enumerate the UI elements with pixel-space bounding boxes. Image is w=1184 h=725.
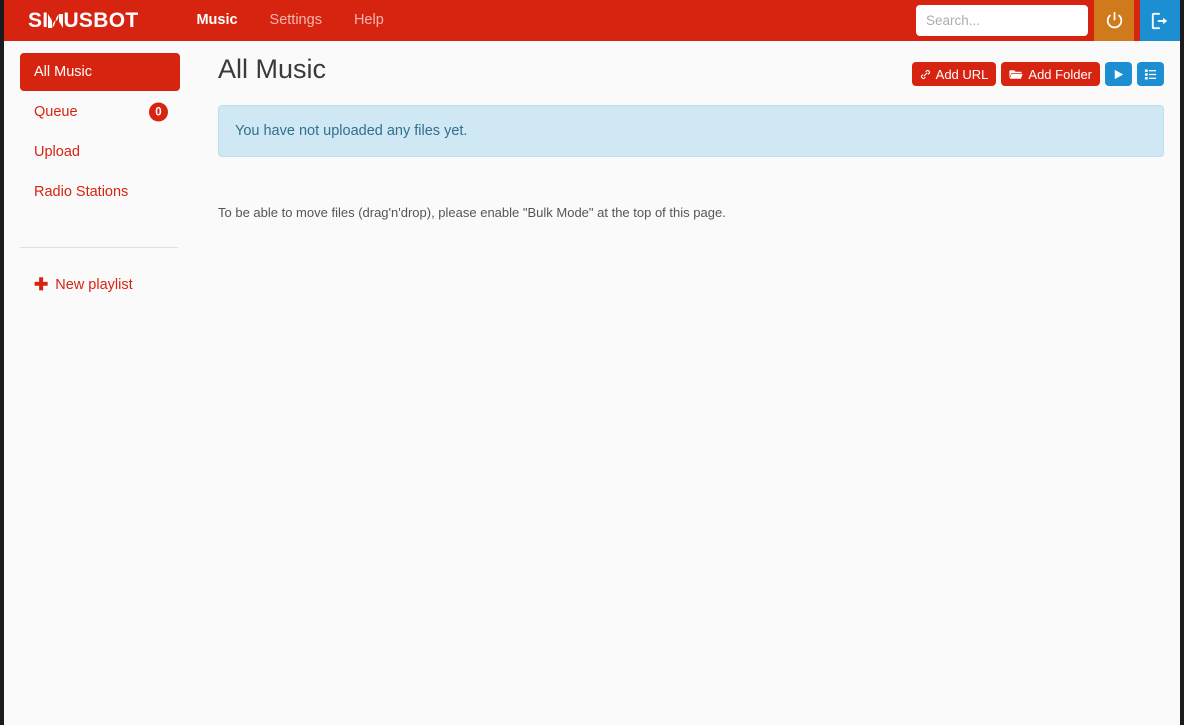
main-nav: Music Settings Help xyxy=(180,0,399,41)
logout-button[interactable] xyxy=(1140,0,1180,41)
sidebar-item-radio-stations[interactable]: Radio Stations xyxy=(20,173,180,211)
nav-item-music[interactable]: Music xyxy=(180,0,253,41)
topbar-controls xyxy=(916,0,1180,41)
sidebar-item-queue[interactable]: Queue 0 xyxy=(20,93,180,131)
info-alert-text: You have not uploaded any files yet. xyxy=(235,122,468,139)
play-button[interactable] xyxy=(1105,62,1132,86)
main-header: All Music Add URL Add Folder xyxy=(218,53,1164,87)
sidebar-item-label: Upload xyxy=(34,144,80,160)
new-playlist-button[interactable]: ✚ New playlist xyxy=(20,274,178,295)
add-url-button[interactable]: Add URL xyxy=(911,62,997,86)
sidebar-item-upload[interactable]: Upload xyxy=(20,133,180,171)
play-icon xyxy=(1112,68,1125,81)
bulk-mode-hint: To be able to move files (drag'n'drop), … xyxy=(218,204,726,220)
plus-icon: ✚ xyxy=(34,275,49,294)
sidebar-divider xyxy=(20,247,178,248)
main-content: All Music Add URL Add Folder You have no… xyxy=(194,41,1180,725)
search-input[interactable] xyxy=(916,5,1088,36)
sidebar-item-all-music[interactable]: All Music xyxy=(20,53,180,91)
power-button[interactable] xyxy=(1094,0,1134,41)
add-folder-label: Add Folder xyxy=(1028,66,1092,82)
add-folder-button[interactable]: Add Folder xyxy=(1001,62,1100,86)
nav-item-help[interactable]: Help xyxy=(338,0,400,41)
folder-icon xyxy=(1009,69,1024,80)
sidebar-item-label: Radio Stations xyxy=(34,184,129,200)
list-view-button[interactable] xyxy=(1137,62,1164,86)
list-icon xyxy=(1144,68,1157,81)
queue-count-badge: 0 xyxy=(149,102,168,122)
sinusbot-n-logo-icon xyxy=(48,13,64,29)
brand-logo[interactable]: SI USBOT xyxy=(28,9,138,33)
top-navbar: SI USBOT Music Settings Help xyxy=(4,0,1180,41)
brand-text-after: USBOT xyxy=(63,8,139,32)
power-icon xyxy=(1106,12,1123,29)
sidebar-item-label: Queue xyxy=(34,104,78,120)
link-icon xyxy=(920,69,931,80)
add-url-label: Add URL xyxy=(935,66,989,82)
logout-icon xyxy=(1151,12,1169,30)
nav-item-settings[interactable]: Settings xyxy=(254,0,338,41)
brand-text-before: SI xyxy=(28,8,49,32)
new-playlist-label: New playlist xyxy=(55,276,133,293)
page-body: All Music Queue 0 Upload Radio Stations … xyxy=(4,41,1180,725)
sidebar-item-label: All Music xyxy=(34,64,93,80)
sidebar: All Music Queue 0 Upload Radio Stations … xyxy=(4,41,194,725)
content-toolbar: Add URL Add Folder xyxy=(911,53,1164,86)
info-alert: You have not uploaded any files yet. xyxy=(218,104,1164,157)
page-title: All Music xyxy=(218,54,327,84)
